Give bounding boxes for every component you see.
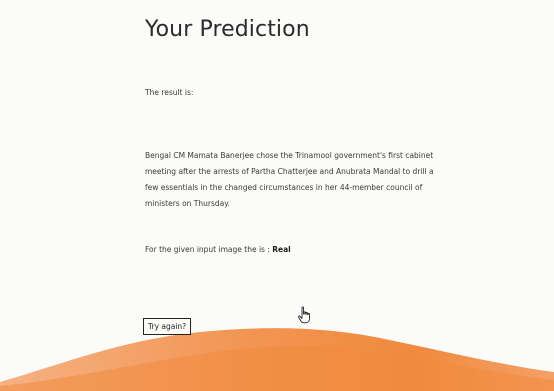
verdict-value: Real xyxy=(272,245,291,254)
result-label: The result is: xyxy=(145,88,194,97)
hand-pointer-icon xyxy=(298,306,310,324)
prediction-page: Your Prediction The result is: Bengal CM… xyxy=(0,0,554,391)
verdict-prefix: For the given input image the is : xyxy=(145,245,273,254)
decorative-wave xyxy=(0,328,554,391)
result-text: Bengal CM Mamata Banerjee chose the Trin… xyxy=(145,151,434,208)
try-again-button[interactable]: Try again? xyxy=(143,318,192,335)
page-title: Your Prediction xyxy=(145,17,310,42)
verdict-line: For the given input image the is : Real xyxy=(145,245,291,254)
